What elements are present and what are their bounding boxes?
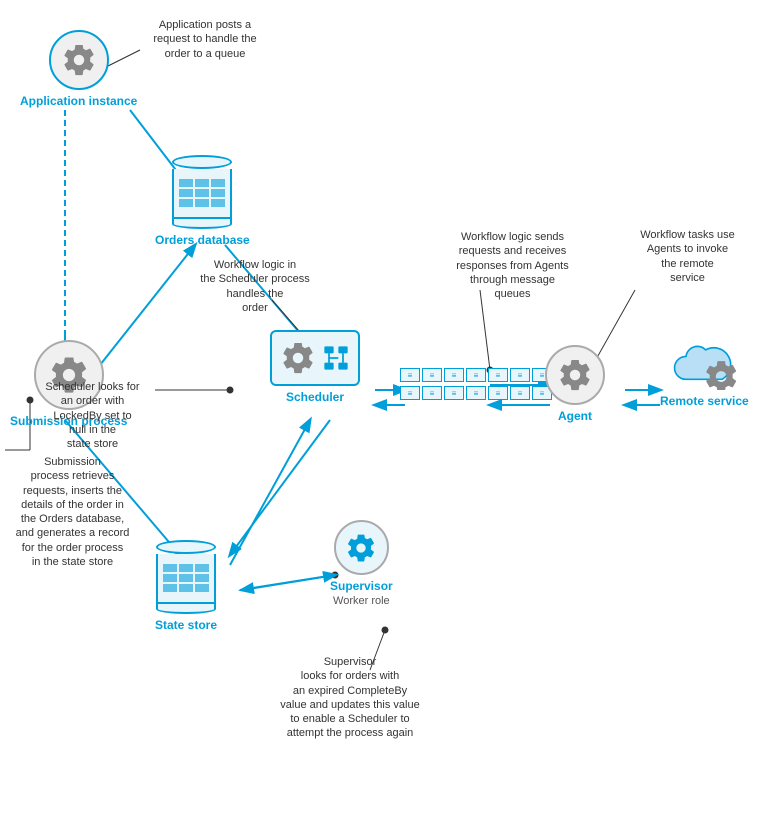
state-store-icon — [156, 540, 216, 614]
state-store-label: State store — [155, 618, 217, 632]
scheduler-label: Scheduler — [286, 390, 344, 404]
orders-database-label: Orders database — [155, 233, 250, 247]
annotation-workflow-scheduler: Workflow logic inthe Scheduler processha… — [190, 258, 320, 315]
orders-database-node: Orders database — [155, 155, 250, 247]
application-instance-label: Application instance — [20, 94, 137, 108]
remote-service-icon — [669, 345, 739, 390]
orders-database-icon — [172, 155, 232, 229]
supervisor-node: Supervisor Worker role — [330, 520, 393, 607]
agent-node: Agent — [545, 345, 605, 423]
msg-cell-3 — [444, 368, 464, 382]
supervisor-label: Supervisor — [330, 579, 393, 593]
scheduler-icon — [270, 330, 360, 386]
msg-cell-8 — [400, 386, 420, 400]
msg-cell-12 — [488, 386, 508, 400]
remote-service-label: Remote service — [660, 394, 749, 408]
msg-cell-2 — [422, 368, 442, 382]
msg-cell-6 — [510, 368, 530, 382]
annotation-scheduler-looks: Scheduler looks foran order withLockedBy… — [20, 380, 165, 451]
worker-role-label: Worker role — [333, 595, 390, 607]
state-store-node: State store — [155, 540, 217, 632]
msg-cell-13 — [510, 386, 530, 400]
annotation-workflow-tasks: Workflow tasks useAgents to invokethe re… — [615, 228, 760, 285]
annotation-submission-retrieves: Submissionprocess retrievesrequests, ins… — [0, 455, 145, 569]
annotation-app-posts: Application posts a request to handle th… — [145, 18, 265, 61]
remote-service-node: Remote service — [660, 345, 749, 408]
msg-cell-9 — [422, 386, 442, 400]
agent-icon — [545, 345, 605, 405]
annotation-workflow-sends: Workflow logic sendsrequests and receive… — [440, 230, 585, 301]
msg-cell-1 — [400, 368, 420, 382]
msg-cell-4 — [466, 368, 486, 382]
message-queue — [400, 368, 552, 400]
annotation-supervisor-looks: Supervisorlooks for orders withan expire… — [250, 655, 450, 741]
application-instance-node: Application instance — [20, 30, 137, 108]
msg-cell-10 — [444, 386, 464, 400]
application-instance-icon — [49, 30, 109, 90]
supervisor-icon — [334, 520, 389, 575]
diagram: Application instance Application posts a… — [0, 0, 773, 818]
msg-cell-11 — [466, 386, 486, 400]
scheduler-node: Scheduler — [265, 330, 365, 404]
agent-label: Agent — [558, 409, 592, 423]
msg-cell-5 — [488, 368, 508, 382]
